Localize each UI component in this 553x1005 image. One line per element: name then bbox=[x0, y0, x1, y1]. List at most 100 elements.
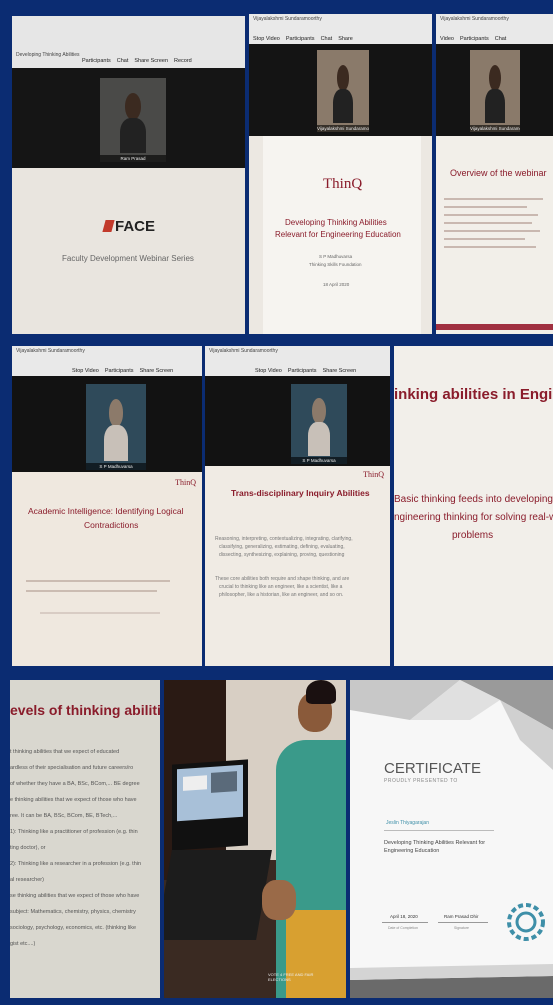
toolbar-chat[interactable]: Chat bbox=[117, 58, 129, 64]
toolbar-video[interactable]: Stop Video bbox=[255, 368, 282, 374]
slide-line: of whether they have a BA, BSc, BCom,...… bbox=[10, 781, 140, 787]
toolbar-items: Video Participants Chat bbox=[440, 36, 506, 42]
panel-overview: Vijayalakshmi Sundaramoorthy Video Parti… bbox=[436, 14, 553, 334]
window-title: Vijayalakshmi Sundaramoorthy bbox=[440, 16, 509, 22]
thinq-logo: ThinQ bbox=[323, 176, 363, 192]
panel-thinq-title: Vijayalakshmi Sundaramoorthy Stop Video … bbox=[249, 14, 432, 334]
sticker-label: VOTE 4 FREE AND FAIR ELECTIONS bbox=[268, 972, 314, 982]
slide-line: 1): Thinking like a practitioner of prof… bbox=[10, 829, 138, 835]
slide-heading-line1: Academic Intelligence: Identifying Logic… bbox=[28, 506, 184, 516]
overview-heading: Overview of the webinar bbox=[450, 168, 547, 178]
video-tile-label: S P Madhuvarsa bbox=[291, 457, 347, 464]
laptop-screen bbox=[177, 764, 243, 822]
slide-bullet: These core abilities both require and sh… bbox=[215, 576, 350, 582]
video-tile-label: S P Madhuvarsa bbox=[86, 463, 146, 470]
slide-line: 2): Thinking like a researcher in a prof… bbox=[10, 861, 142, 867]
body-line: Basic thinking feeds into developing bbox=[394, 494, 553, 505]
toolbar-record[interactable]: Record bbox=[174, 58, 192, 64]
toolbar-chat[interactable]: Chat bbox=[495, 36, 507, 42]
course-line: Engineering Education bbox=[384, 848, 440, 854]
toolbar-participants[interactable]: Participants bbox=[286, 36, 315, 42]
panel-participant-photo: VOTE 4 FREE AND FAIR ELECTIONS bbox=[164, 680, 346, 998]
toolbar-share[interactable]: Share Screen bbox=[140, 368, 174, 374]
slide-line: al researcher) bbox=[10, 877, 44, 883]
slide-line: t thinking abilities that we expect of e… bbox=[10, 749, 120, 755]
thinq-logo: ThinQ bbox=[363, 470, 384, 479]
laptop bbox=[172, 759, 248, 851]
toolbar-items: Stop Video Participants Share Screen bbox=[255, 368, 356, 374]
meeting-toolbar: Vijayalakshmi Sundaramoorthy Stop Video … bbox=[205, 346, 390, 377]
toolbar-participants[interactable]: Participants bbox=[105, 368, 134, 374]
panel-levels: evels of thinking abilities t thinking a… bbox=[10, 680, 160, 998]
slide-heading: evels of thinking abilities bbox=[10, 702, 160, 718]
body-line: problems bbox=[452, 530, 494, 541]
window-title: Vijayalakshmi Sundaramoorthy bbox=[16, 348, 85, 354]
signature-1-name: April 18, 2020 bbox=[390, 914, 418, 919]
slide-bullet: classifying, generalizing, estimating, d… bbox=[219, 544, 345, 550]
slide-bullet: philosopher, like a historian, like an e… bbox=[219, 592, 344, 598]
participant-figure bbox=[104, 399, 128, 461]
certificate-heading: CERTIFICATE bbox=[384, 760, 481, 777]
body-line: ngineering thinking for solving real-w bbox=[394, 512, 553, 523]
signature-1-role: Date of Completion bbox=[388, 926, 418, 930]
video-tile-label: Vijayalakshmi Sundaramoorthy bbox=[317, 125, 369, 132]
panel-face-webinar: Developing Thinking Abilities Participan… bbox=[12, 16, 245, 334]
signature-2-line bbox=[438, 922, 488, 923]
toolbar-participants[interactable]: Participants bbox=[82, 58, 111, 64]
meeting-toolbar: Vijayalakshmi Sundaramoorthy Stop Video … bbox=[12, 346, 202, 377]
slide-bullet: crucial to thinking like an engineer, li… bbox=[219, 584, 343, 590]
window-title: Vijayalakshmi Sundaramoorthy bbox=[253, 16, 322, 22]
toolbar-participants[interactable]: Participants bbox=[460, 36, 489, 42]
video-tile-label: Ram Prasad bbox=[100, 155, 166, 162]
meeting-toolbar: Vijayalakshmi Sundaramoorthy Stop Video … bbox=[249, 14, 432, 45]
slide-line: subject: Mathematics, chemistry, physics… bbox=[10, 909, 136, 915]
slide-lines: t thinking abilities that we expect of e… bbox=[10, 744, 160, 952]
hand-holding-pen bbox=[262, 880, 296, 920]
video-tile-label: Vijayalakshmi Sundaramoorthy bbox=[470, 125, 520, 132]
recipient-name: Jeslin Thiyagarajan bbox=[386, 820, 429, 826]
slide-line: ting doctor), or bbox=[10, 845, 46, 851]
meeting-toolbar: Vijayalakshmi Sundaramoorthy Video Parti… bbox=[436, 14, 553, 45]
toolbar-video[interactable]: Video bbox=[440, 36, 454, 42]
window-title: Vijayalakshmi Sundaramoorthy bbox=[209, 348, 278, 354]
face-logo: FACE bbox=[102, 218, 155, 235]
slide-line: e thinking abilities that we expect of t… bbox=[10, 797, 137, 803]
face-logo-mark bbox=[102, 220, 115, 232]
toolbar-video[interactable]: Stop Video bbox=[72, 368, 99, 374]
toolbar-participants[interactable]: Participants bbox=[288, 368, 317, 374]
slide-bullets bbox=[26, 572, 186, 614]
slide-title: ThinQ Developing Thinking Abilities Rele… bbox=[263, 136, 421, 334]
certificate-subheading: PROUDLY PRESENTED TO bbox=[384, 778, 458, 784]
toolbar-share[interactable]: Share Screen bbox=[323, 368, 357, 374]
toolbar-items: Stop Video Participants Chat Share bbox=[253, 36, 353, 42]
slide-heading: Trans-disciplinary Inquiry Abilities bbox=[231, 488, 370, 498]
signature-1-line bbox=[382, 922, 428, 923]
participant-figure bbox=[119, 93, 147, 154]
panel-trans-disciplinary: Vijayalakshmi Sundaramoorthy Stop Video … bbox=[205, 346, 390, 666]
slide-bullet: dissecting, synthesizing, explaining, pr… bbox=[219, 552, 345, 558]
slide-academic: ThinQ Academic Intelligence: Identifying… bbox=[12, 472, 202, 666]
toolbar-share[interactable]: Share bbox=[338, 36, 353, 42]
slide-footer-bar bbox=[436, 324, 553, 330]
presenter-org: Thinking Skills Foundation bbox=[309, 262, 362, 267]
recipient-underline bbox=[384, 830, 494, 831]
slide-overview: Overview of the webinar bbox=[436, 136, 553, 334]
participant-woman bbox=[276, 680, 346, 998]
certificate-corner-art bbox=[350, 680, 553, 998]
participant-figure bbox=[332, 64, 354, 124]
video-tile: Vijayalakshmi Sundaramoorthy bbox=[317, 50, 369, 132]
toolbar-share[interactable]: Share Screen bbox=[134, 58, 168, 64]
signature-2-role: Signature bbox=[454, 926, 469, 930]
photo-collage: Developing Thinking Abilities Participan… bbox=[0, 0, 553, 1005]
overview-bullets bbox=[444, 192, 548, 254]
slide-line: ardless of their specialisation and futu… bbox=[10, 765, 134, 771]
participant-figure bbox=[485, 64, 505, 124]
window-title: Developing Thinking Abilities bbox=[16, 52, 80, 58]
toolbar-video[interactable]: Stop Video bbox=[253, 36, 280, 42]
course-line: Developing Thinking Abilities Relevant f… bbox=[384, 840, 486, 846]
certificate-seal-icon bbox=[507, 903, 545, 941]
toolbar-items: Stop Video Participants Share Screen bbox=[72, 368, 173, 374]
slide-trans: ThinQ Trans-disciplinary Inquiry Abiliti… bbox=[205, 466, 390, 666]
keyboard bbox=[164, 850, 272, 940]
toolbar-chat[interactable]: Chat bbox=[321, 36, 333, 42]
